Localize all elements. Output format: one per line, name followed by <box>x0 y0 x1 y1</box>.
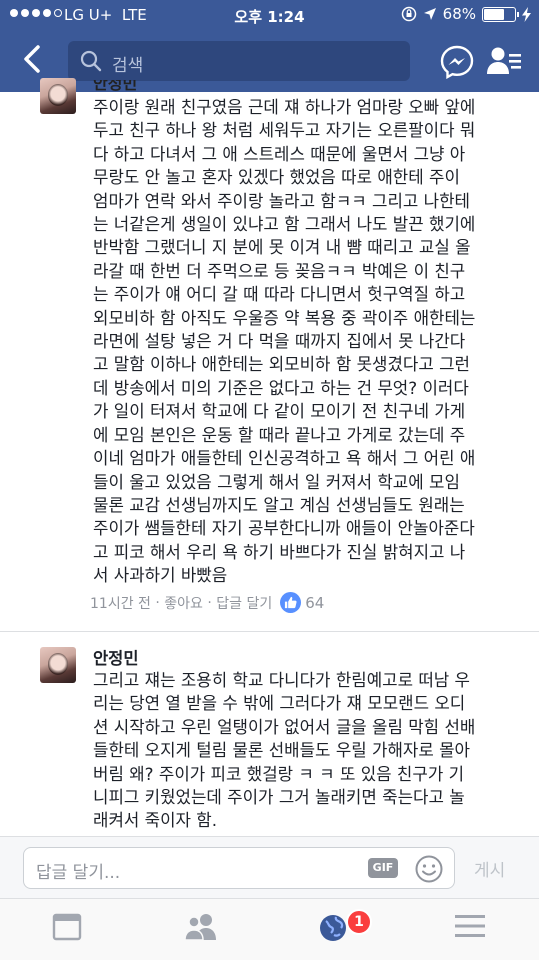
comment-line: 들이 울고 있었음 그렇게 해서 일 커져서 학교에 모임 <box>93 471 460 492</box>
comment-line: 리는 당연 열 받을 수 밖에 그러다가 쟤 모모랜드 오디 <box>93 693 466 714</box>
bottom-tab-bar <box>0 898 539 960</box>
comment-line: 에 모임 본인은 운동 할 때라 끝나고 가게로 갔는데 주 <box>93 424 466 445</box>
comment-line: 들한테 오지게 털림 물론 선배들도 우릴 가해자로 몰아 <box>93 740 470 761</box>
status-bar: LG U+ LTE 오후 1:24 68% <box>0 0 539 32</box>
comment-line: 션 시작하고 우린 얼탱이가 없어서 글을 올림 막힘 선배 <box>93 716 476 737</box>
comment-line: 주이랑 원래 친구였음 근데 쟤 하나가 엄마랑 오빠 앞에 <box>93 97 476 117</box>
comment-line: 그리고 쟤는 조용히 학교 다니다가 한림예고로 떠남 우 <box>93 670 470 690</box>
comment-line: 외모비하 함 아직도 우울증 약 복용 중 곽이주 애한테는 <box>93 307 476 328</box>
comment-line: 는 너같은게 생일이 있냐고 함 그래서 나도 발끈 했기에 <box>93 214 476 235</box>
commenter-avatar[interactable] <box>40 78 76 114</box>
notification-badge[interactable]: 1 <box>346 909 372 935</box>
comment-divider <box>0 631 539 632</box>
battery-icon <box>482 6 519 22</box>
comment-line: 엄마가 연락 와서 주이랑 놀라고 함ㅋㅋ 그리고 나한테 <box>93 190 470 211</box>
comment-line: 는 주이가 얘 어디 갈 때 따라 다니면서 헛구역질 하고 <box>93 284 466 305</box>
meta-separator: · <box>150 594 165 611</box>
reply-link[interactable]: 답글 달기 <box>216 593 272 613</box>
sticker-smile-icon[interactable] <box>414 854 444 884</box>
comment-line: 물론 교감 선생님까지도 알고 계심 선생님들도 원래는 <box>93 494 465 515</box>
location-arrow-icon <box>423 8 436 20</box>
comment-line: 고 말함 이하나 애한테는 외모비하 함 못생겼다고 그런 <box>93 354 470 375</box>
search-icon <box>80 50 102 72</box>
menu-icon[interactable] <box>455 913 485 939</box>
comment-line: 가 일이 터져서 학교에 다 같이 모이기 전 친구네 가게 <box>93 401 466 422</box>
top-bar: LG U+ LTE 오후 1:24 68% 검색 <box>0 0 539 92</box>
reply-input[interactable]: 답글 달기... GIF <box>23 847 455 889</box>
comment-text: 그리고 쟤는 조용히 학교 다니다가 한림예고로 떠남 우리는 당연 열 받을 … <box>93 669 475 833</box>
comment-line: 반박함 그랬더니 지 분에 못 이겨 내 뺨 때리고 교실 올 <box>93 237 471 258</box>
friend-requests-icon[interactable] <box>487 46 523 76</box>
meta-separator: · <box>202 594 217 611</box>
comment-line: 니피그 키웠었는데 주이가 그거 놀래키면 죽는다고 놀 <box>93 787 465 808</box>
rotation-lock-icon <box>401 6 416 22</box>
search-placeholder: 검색 <box>112 56 144 76</box>
like-link[interactable]: 좋아요 <box>164 593 203 613</box>
reply-bar: 답글 달기... GIF 게시 <box>0 836 539 898</box>
news-feed-icon[interactable] <box>52 913 82 941</box>
comment-line: 서 사과하기 바빴음 <box>93 565 228 586</box>
reply-placeholder: 답글 달기... <box>36 863 121 883</box>
comment-line: 래켜서 죽이자 함. <box>93 810 218 831</box>
comment-line: 주이가 쌤들한테 자기 공부한다니까 애들이 안놀아준다 <box>93 518 475 539</box>
comment-line: 무랑도 안 놀고 혼자 있겠다 했었음 따로 애한테 주이 <box>93 167 460 188</box>
battery-percent: 68% <box>442 5 476 23</box>
post-button[interactable]: 게시 <box>474 856 505 881</box>
comment-line: 두고 친구 하나 왕 처럼 세워두고 자기는 오른팔이다 뭐 <box>93 120 476 141</box>
comment-line: 데 방송에서 미의 기준은 없다고 하는 건 무엇? 이러다 <box>93 377 469 398</box>
like-count[interactable]: 64 <box>305 594 324 612</box>
comment-line: 다 하고 다녀서 그 애 스트레스 때문에 울면서 그냥 아 <box>93 143 466 164</box>
notifications-globe-icon[interactable] <box>318 913 348 943</box>
commenter-name[interactable]: 안정민 <box>93 80 137 92</box>
gif-button[interactable]: GIF <box>368 858 398 878</box>
friends-icon[interactable] <box>184 913 218 941</box>
comment-text: 주이랑 원래 친구였음 근데 쟤 하나가 엄마랑 오빠 앞에두고 친구 하나 왕… <box>93 96 475 588</box>
back-arrow-icon[interactable] <box>18 44 48 74</box>
comment-meta: 11시간 전 · 좋아요 · 답글 달기 64 <box>90 592 324 613</box>
messenger-icon[interactable] <box>440 45 474 79</box>
commenter-name[interactable]: 안정민 <box>93 645 139 669</box>
commenter-avatar[interactable] <box>40 647 76 683</box>
search-bar[interactable]: 검색 <box>68 41 410 81</box>
comment-line: 라면에 설탕 넣은 거 다 먹을 때까지 집에서 못 나간다 <box>93 331 466 352</box>
status-right-group: 68% <box>401 5 531 23</box>
comment-line: 라갈 때 한번 더 주먹으로 등 꽂음ㅋㅋ 박예은 이 친구 <box>93 260 466 281</box>
thumbs-up-icon <box>280 592 302 613</box>
charging-bolt-icon <box>522 6 531 22</box>
comment-time: 11시간 전 <box>90 595 151 612</box>
comment-line: 고 피코 해서 우리 욕 하기 바쁘다가 진실 밝혀지고 나 <box>93 541 466 562</box>
comment-line: 버림 왜? 주이가 피코 했걸랑 ㅋ ㅋ 또 있음 친구가 기 <box>93 763 465 784</box>
comment-line: 이네 엄마가 애들한테 인신공격하고 욕 해서 그 어린 애 <box>93 448 476 469</box>
